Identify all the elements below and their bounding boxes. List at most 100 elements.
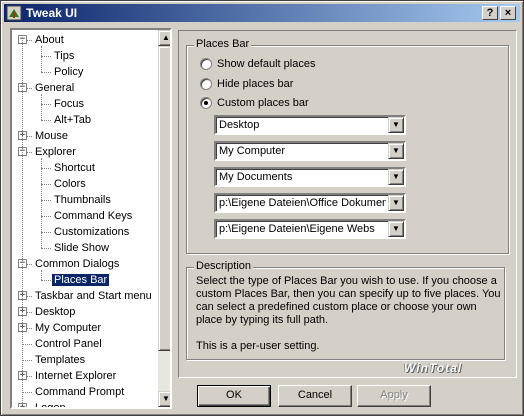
- tree-scrollbar[interactable]: ▲ ▼: [158, 30, 170, 407]
- tree-item[interactable]: My Computer: [33, 320, 103, 336]
- tree-item[interactable]: Shortcut: [52, 160, 97, 176]
- tree-item-label: Desktop: [35, 306, 76, 318]
- tree-item-label: Places Bar: [50, 273, 111, 287]
- window-title: Tweak UI: [26, 6, 78, 20]
- tree-item-label: Taskbar and Start menu: [35, 290, 152, 302]
- tree-connector: [41, 158, 42, 248]
- tree-item-label: Colors: [54, 178, 86, 190]
- tree-item[interactable]: Policy: [52, 64, 85, 80]
- tree-connector: [41, 248, 51, 249]
- place-combo-2[interactable]: My Computer ▼: [214, 141, 406, 161]
- tree-item[interactable]: Explorer: [33, 144, 78, 160]
- tree-item-label: Logon: [33, 402, 68, 407]
- description-note: This is a per-user setting.: [196, 340, 320, 352]
- description-paragraph: Select the type of Places Bar you wish t…: [196, 275, 501, 326]
- title-bar[interactable]: Tweak UI ? ×: [4, 4, 520, 22]
- combo-value: p:\Eigene Dateien\Office Dokument: [219, 197, 386, 209]
- tree-connector: [41, 200, 51, 201]
- tree-connector: [41, 72, 51, 73]
- tree-connector: [22, 360, 32, 361]
- tree-item-label: Common Dialogs: [35, 258, 120, 270]
- dropdown-arrow-icon[interactable]: ▼: [388, 143, 404, 159]
- tree-item-label: Focus: [54, 98, 84, 110]
- apply-button[interactable]: Apply: [357, 385, 431, 407]
- tree-item[interactable]: Internet Explorer: [33, 368, 118, 384]
- radio-label: Show default places: [217, 58, 316, 70]
- place-combo-5[interactable]: p:\Eigene Dateien\Eigene Webs ▼: [214, 219, 406, 239]
- tree-connector: [41, 270, 42, 280]
- tree-item[interactable]: Common Dialogs: [33, 256, 121, 272]
- dropdown-arrow-icon[interactable]: ▼: [388, 195, 404, 211]
- tree-connector: [22, 40, 23, 407]
- cancel-button[interactable]: Cancel: [278, 385, 352, 407]
- tree-item[interactable]: Alt+Tab: [52, 112, 93, 128]
- tree-item[interactable]: Places Bar: [50, 272, 111, 288]
- tree-item-label: Thumbnails: [54, 194, 111, 206]
- tree-item[interactable]: Colors: [52, 176, 88, 192]
- category-tree[interactable]: About − Tips Policy General − Focus Alt+Tab Mous…: [10, 28, 172, 409]
- tree-item-label: Command Prompt: [35, 386, 125, 398]
- description-legend: Description: [194, 260, 254, 272]
- radio-button[interactable]: [200, 58, 212, 70]
- dropdown-arrow-icon[interactable]: ▼: [388, 221, 404, 237]
- tree-item[interactable]: Mouse: [33, 128, 70, 144]
- close-button[interactable]: ×: [500, 6, 516, 20]
- place-combo-1[interactable]: Desktop ▼: [214, 115, 406, 135]
- tree-connector: [41, 46, 42, 72]
- tree-item[interactable]: Desktop: [33, 304, 77, 320]
- tree-connector: [41, 280, 51, 281]
- tree-item[interactable]: Command Keys: [52, 208, 134, 224]
- tree-item-label: General: [35, 82, 75, 94]
- tree-item[interactable]: Focus: [52, 96, 86, 112]
- tree-item[interactable]: Customizations: [52, 224, 131, 240]
- tree-item-label: Command Keys: [54, 210, 133, 222]
- tree-item-label: Policy: [54, 66, 84, 78]
- radio-button[interactable]: [200, 97, 212, 109]
- place-combo-4[interactable]: p:\Eigene Dateien\Office Dokument ▼: [214, 193, 406, 213]
- tree-item-label: Templates: [35, 354, 86, 366]
- tree-connector: [41, 120, 51, 121]
- scroll-down-button[interactable]: ▼: [158, 391, 170, 407]
- tree-item-label: Alt+Tab: [54, 114, 91, 126]
- tree-connector: [22, 344, 32, 345]
- tree-connector: [22, 392, 32, 393]
- tree-connector: [41, 56, 51, 57]
- tree-item[interactable]: Taskbar and Start menu: [33, 288, 154, 304]
- tree-item[interactable]: About: [33, 32, 66, 48]
- places-bar-legend: Places Bar: [194, 38, 252, 50]
- tree-item[interactable]: Templates: [33, 352, 87, 368]
- tree-item[interactable]: Tips: [52, 48, 76, 64]
- combo-value: Desktop: [219, 119, 260, 131]
- tree-connector: [41, 168, 51, 169]
- tree-item-label: Tips: [54, 50, 75, 62]
- radio-button[interactable]: [200, 78, 212, 90]
- dropdown-arrow-icon[interactable]: ▼: [388, 169, 404, 185]
- wintotal-watermark: WinTotal: [404, 361, 463, 375]
- tweak-ui-window: Tweak UI ? × About − Tips Policy General − Foc…: [0, 0, 524, 416]
- scroll-up-button[interactable]: ▲: [158, 30, 170, 46]
- tree-connector: [41, 184, 51, 185]
- tree-connector: [41, 104, 51, 105]
- tree-item-label: About: [35, 34, 64, 46]
- tree-content: About − Tips Policy General − Focus Alt+Tab Mous…: [12, 30, 158, 407]
- combo-value: p:\Eigene Dateien\Eigene Webs: [219, 223, 375, 235]
- tweak-ui-app-icon: [6, 5, 22, 21]
- scroll-thumb[interactable]: [158, 46, 170, 351]
- tree-item-label: Mouse: [35, 130, 69, 142]
- tree-item-label: Explorer: [35, 146, 76, 158]
- tree-item-label: Slide Show: [54, 242, 110, 254]
- tree-item-label: My Computer: [35, 322, 102, 334]
- tree-item[interactable]: General: [33, 80, 76, 96]
- tree-item[interactable]: Thumbnails: [52, 192, 113, 208]
- tree-item[interactable]: Logon: [33, 400, 68, 407]
- tree-item[interactable]: Control Panel: [33, 336, 104, 352]
- tree-item[interactable]: Command Prompt: [33, 384, 126, 400]
- dropdown-arrow-icon[interactable]: ▼: [388, 117, 404, 133]
- place-combo-3[interactable]: My Documents ▼: [214, 167, 406, 187]
- tree-item[interactable]: Slide Show: [52, 240, 111, 256]
- help-button[interactable]: ?: [482, 6, 498, 20]
- tree-item-label: Shortcut: [54, 162, 95, 174]
- radio-label: Hide places bar: [217, 78, 294, 90]
- tree-connector: [41, 216, 51, 217]
- ok-button[interactable]: OK: [197, 385, 271, 407]
